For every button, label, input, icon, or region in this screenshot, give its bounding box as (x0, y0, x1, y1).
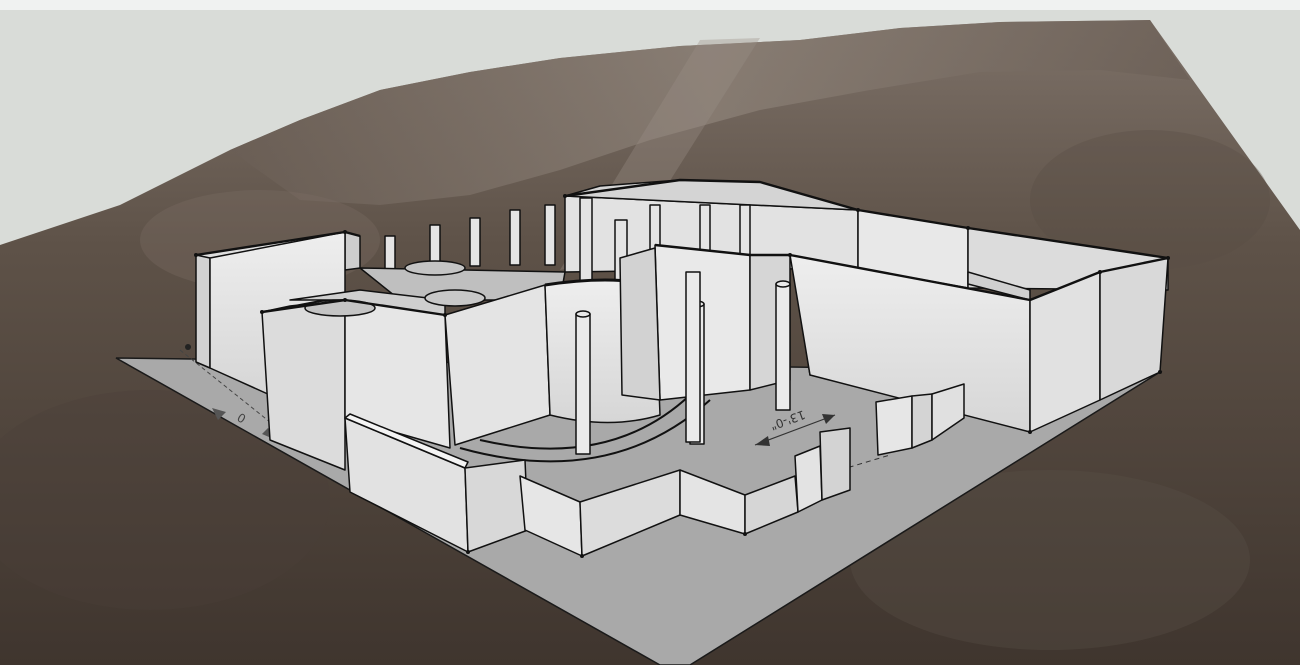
viewport-3d[interactable]: 0 13'-0" (0, 0, 1300, 665)
central-tower-side (619, 247, 661, 401)
left-wall-end (195, 254, 211, 369)
round-room-c (424, 289, 486, 307)
round-room-b (404, 260, 466, 276)
scene-canvas[interactable]: 0 13'-0" (0, 0, 1300, 665)
